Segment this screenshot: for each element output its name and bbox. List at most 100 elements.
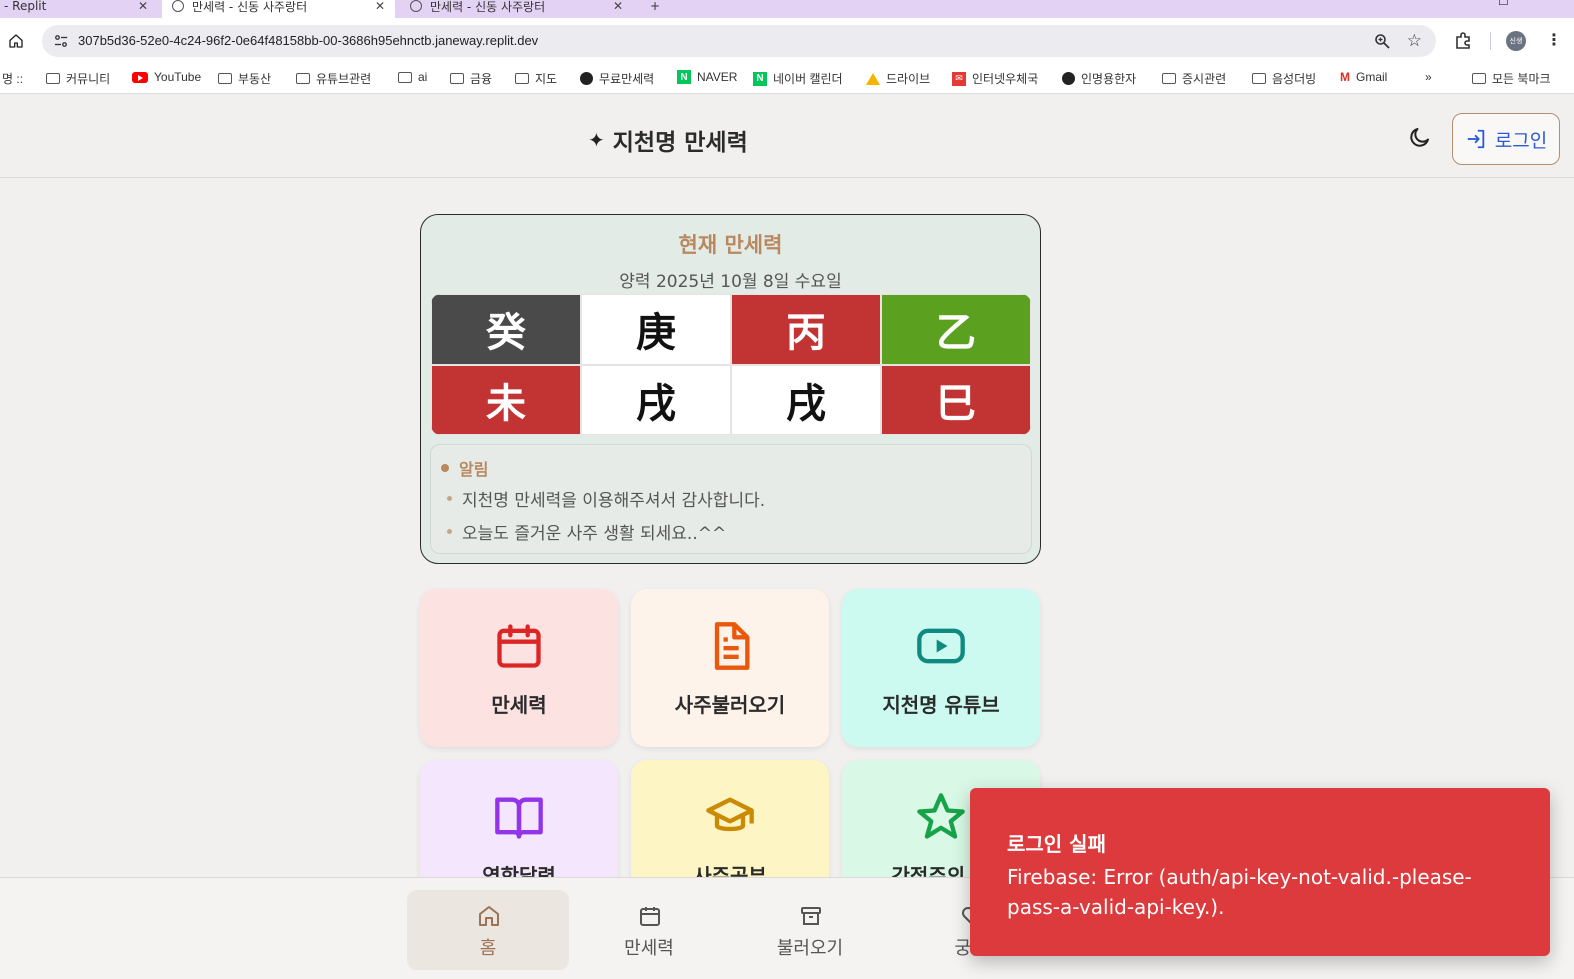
branch-char: 未 xyxy=(486,379,526,427)
youtube-play-icon xyxy=(917,628,965,664)
login-button[interactable]: 로그인 xyxy=(1452,113,1560,165)
bookmark-folder[interactable]: 금융 xyxy=(450,70,492,87)
stem-cell: 乙 xyxy=(881,294,1031,365)
bookmark-folder[interactable]: 커뮤니티 xyxy=(46,70,110,87)
bookmark-folder[interactable]: ai xyxy=(398,70,427,84)
zoom-icon[interactable] xyxy=(1374,33,1390,49)
nav-manse[interactable]: 만세력 xyxy=(568,890,730,970)
bookmark-item[interactable]: YouTube xyxy=(132,70,201,84)
close-tab-icon[interactable]: ✕ xyxy=(138,0,148,13)
stem-char: 癸 xyxy=(486,309,526,357)
bookmark-label: 금융 xyxy=(470,72,493,86)
url-text[interactable]: 307b5d36-52e0-4c24-96f2-0e64f48158bb-00-… xyxy=(78,33,538,48)
login-icon xyxy=(1467,129,1485,149)
bookmark-label: 증시관련 xyxy=(1182,72,1227,86)
tab-title: - Replit xyxy=(4,0,47,13)
bookmark-label: 인명용한자 xyxy=(1081,72,1137,86)
browser-tab[interactable]: 만세력 - 신동 사주랑터 ✕ xyxy=(400,0,633,18)
bookmark-item[interactable]: 무료만세력 xyxy=(580,70,654,87)
tile-manse[interactable]: 만세력 xyxy=(420,589,618,747)
close-tab-icon[interactable]: ✕ xyxy=(613,0,623,13)
profile-avatar[interactable]: 신생 xyxy=(1506,31,1526,51)
tile-label: 만세력 xyxy=(491,693,547,717)
bullet-dot-icon xyxy=(447,529,452,534)
tab-title: 만세력 - 신동 사주랑터 xyxy=(192,0,308,14)
folder-icon xyxy=(218,73,232,84)
bookmark-item[interactable]: M Gmail xyxy=(1340,70,1387,84)
folder-icon xyxy=(46,73,60,84)
nav-home[interactable]: 홈 xyxy=(407,890,569,970)
stem-char: 乙 xyxy=(936,309,976,357)
bookmark-item[interactable]: 드라이브 xyxy=(866,70,930,87)
bookmark-folder[interactable]: 유튜브관련 xyxy=(296,70,371,87)
four-pillars-grid: 癸 庚 丙 乙 未 戌 戌 巳 xyxy=(431,294,1031,435)
bookmark-label: 드라이브 xyxy=(886,72,931,86)
browser-tab-active[interactable]: 만세력 - 신동 사주랑터 ✕ xyxy=(162,0,395,18)
login-label: 로그인 xyxy=(1494,129,1548,152)
folder-icon xyxy=(1252,73,1266,84)
tab-title: 만세력 - 신동 사주랑터 xyxy=(430,0,546,14)
close-tab-icon[interactable]: ✕ xyxy=(375,0,385,13)
bullet-dot-icon xyxy=(441,464,449,472)
folder-icon xyxy=(1472,73,1486,84)
dark-mode-toggle-icon[interactable] xyxy=(1408,125,1432,149)
bookmark-folder[interactable]: 증시관련 xyxy=(1162,70,1226,87)
nav-label: 만세력 xyxy=(624,938,674,959)
notice-heading: 알림 xyxy=(441,456,488,480)
extensions-icon[interactable] xyxy=(1454,32,1472,50)
bookmark-label: 명 :: xyxy=(2,72,24,86)
tile-youtube[interactable]: 지천명 유튜브 xyxy=(842,589,1040,747)
browser-menu-icon[interactable]: ⋮ xyxy=(1546,30,1562,49)
calendar-icon xyxy=(497,624,541,668)
home-icon xyxy=(479,906,499,926)
bookmark-star-icon[interactable]: ☆ xyxy=(1407,31,1422,51)
more-bookmarks-button[interactable]: » xyxy=(1425,70,1432,84)
favicon-icon xyxy=(172,0,184,12)
bookmark-label: 네이버 캘린더 xyxy=(773,72,843,86)
tile-label: 사주불러오기 xyxy=(674,693,786,717)
bookmark-label: NAVER xyxy=(697,70,738,84)
bookmark-folder[interactable]: 지도 xyxy=(515,70,557,87)
bookmark-label: Gmail xyxy=(1356,70,1388,84)
site-info-icon[interactable] xyxy=(54,34,68,48)
browser-tab[interactable]: - Replit ✕ xyxy=(0,0,158,18)
book-icon xyxy=(495,797,543,839)
naver-icon: N xyxy=(677,70,691,84)
page-title: ✦ 지천명 만세력 xyxy=(588,123,748,157)
browser-tab-strip: - Replit ✕ 만세력 - 신동 사주랑터 ✕ 만세력 - 신동 사주랑터… xyxy=(0,0,1574,18)
branch-cell: 未 xyxy=(431,364,581,435)
bookmark-item[interactable]: N 네이버 캘린더 xyxy=(753,70,843,87)
nav-load[interactable]: 불러오기 xyxy=(729,890,891,970)
globe-icon xyxy=(1062,72,1075,85)
home-icon[interactable] xyxy=(8,33,24,49)
stem-cell: 庚 xyxy=(581,294,731,365)
tile-saju-load[interactable]: 사주불러오기 xyxy=(631,589,829,747)
archive-icon xyxy=(801,907,821,925)
notice-text: 지천명 만세력을 이용해주셔서 감사합니다. xyxy=(462,491,766,511)
toolbar-divider xyxy=(1490,32,1491,50)
error-toast[interactable]: 로그인 실패 Firebase: Error (auth/api-key-not… xyxy=(970,788,1550,956)
maximize-window-icon[interactable]: ☐ xyxy=(1498,0,1509,8)
notice-line: 지천명 만세력을 이용해주셔서 감사합니다. xyxy=(447,486,765,511)
new-tab-button[interactable]: + xyxy=(640,0,670,18)
bookmark-label: 음성더빙 xyxy=(1272,72,1317,86)
address-bar[interactable]: 307b5d36-52e0-4c24-96f2-0e64f48158bb-00-… xyxy=(42,25,1436,57)
bookmark-item[interactable]: 인명용한자 xyxy=(1062,70,1136,87)
star-icon xyxy=(917,793,965,839)
nav-label: 불러오기 xyxy=(776,938,844,959)
notice-text: 오늘도 즐거운 사주 생활 되세요..^^ xyxy=(462,524,727,544)
bookmark-folder[interactable]: 부동산 xyxy=(218,70,271,87)
gmail-icon: M xyxy=(1340,70,1350,84)
bookmark-label: 인터넷우체국 xyxy=(972,72,1039,86)
bookmark-item[interactable]: 명 :: xyxy=(2,70,23,87)
tile-label: 지천명 유튜브 xyxy=(882,693,1000,717)
branch-cell: 戌 xyxy=(731,364,881,435)
bookmark-item[interactable]: ✉ 인터넷우체국 xyxy=(952,70,1038,87)
bookmark-item[interactable]: N NAVER xyxy=(677,70,737,84)
sparkles-icon: ✦ xyxy=(588,128,605,152)
bullet-dot-icon xyxy=(447,496,452,501)
notice-heading-text: 알림 xyxy=(459,460,489,479)
stem-char: 庚 xyxy=(636,309,676,357)
all-bookmarks-folder[interactable]: 모든 북마크 xyxy=(1472,70,1551,87)
bookmark-folder[interactable]: 음성더빙 xyxy=(1252,70,1316,87)
